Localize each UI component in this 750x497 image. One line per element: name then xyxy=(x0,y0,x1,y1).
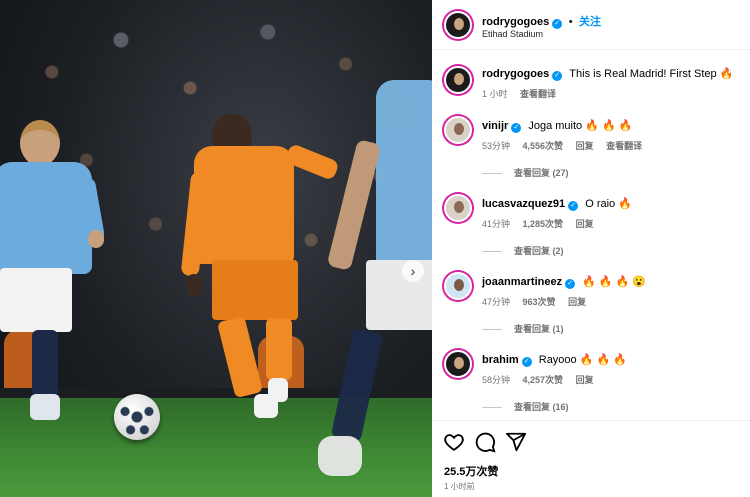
comment-time: 47分钟 xyxy=(482,297,511,307)
view-replies-button[interactable]: 查看回复 (27) xyxy=(482,166,569,179)
paper-plane-icon xyxy=(505,432,527,452)
avatar[interactable] xyxy=(444,116,472,144)
post-photo[interactable]: › xyxy=(0,0,432,497)
comment-text: Rayooo 🔥 🔥 🔥 xyxy=(538,354,627,366)
like-count[interactable]: 25.5万次赞 xyxy=(444,463,498,479)
heart-icon xyxy=(444,434,464,451)
avatar[interactable] xyxy=(444,194,472,222)
comment-item: vinijr ✓ Joga muito 🔥 🔥 🔥 53分钟 4,556次赞 回复… xyxy=(432,114,750,180)
comment-time: 41分钟 xyxy=(482,219,511,229)
reply-button[interactable]: 回复 xyxy=(576,375,594,385)
comment-item: brahim ✓ Rayooo 🔥 🔥 🔥 58分钟 4,257次赞 回复 查看回… xyxy=(432,348,750,414)
verified-badge-icon: ✓ xyxy=(552,71,563,81)
caption-text: This is Real Madrid! First Step 🔥 xyxy=(569,68,734,80)
view-replies-button[interactable]: 查看回复 (16) xyxy=(482,400,569,413)
madrid-player xyxy=(180,112,342,432)
caption-username[interactable]: rodrygogoes xyxy=(482,68,549,80)
comment-likes[interactable]: 963次赞 xyxy=(523,297,556,307)
reply-button[interactable]: 回复 xyxy=(568,297,586,307)
avatar[interactable] xyxy=(444,11,472,39)
verified-badge-icon: ✓ xyxy=(521,357,532,367)
view-replies-button[interactable]: 查看回复 (2) xyxy=(482,244,564,257)
comment-item: joaanmartineez ✓ 🔥 🔥 🔥 😮 47分钟 963次赞 回复 查看… xyxy=(432,270,750,336)
share-button[interactable] xyxy=(505,431,527,453)
comment-bubble-icon xyxy=(475,432,496,453)
comment-username[interactable]: lucasvazquez91 xyxy=(482,198,565,210)
chevron-right-icon: › xyxy=(410,263,416,279)
post-time: 1 小时前 xyxy=(444,482,475,491)
separator-dot: • xyxy=(568,16,573,28)
avatar[interactable] xyxy=(444,66,472,94)
avatar[interactable] xyxy=(444,272,472,300)
verified-badge-icon: ✓ xyxy=(565,279,576,289)
comment-button[interactable] xyxy=(474,431,496,453)
reply-button[interactable]: 回复 xyxy=(576,141,594,151)
like-button[interactable] xyxy=(443,431,465,453)
caption: rodrygogoes ✓ This is Real Madrid! First … xyxy=(432,62,750,102)
next-photo-button[interactable]: › xyxy=(402,260,424,282)
view-replies-button[interactable]: 查看回复 (1) xyxy=(482,322,564,335)
avatar[interactable] xyxy=(444,350,472,378)
comment-item: lucasvazquez91 ✓ O raio 🔥 41分钟 1,285次赞 回复… xyxy=(432,192,750,258)
comment-likes[interactable]: 4,556次赞 xyxy=(523,141,564,151)
location-link[interactable]: Etihad Stadium xyxy=(482,29,543,39)
comment-likes[interactable]: 1,285次赞 xyxy=(523,219,564,229)
post-header: rodrygogoes ✓ • 关注 Etihad Stadium xyxy=(432,0,750,50)
verified-badge-icon: ✓ xyxy=(568,201,579,211)
comment-text: Joga muito 🔥 🔥 🔥 xyxy=(528,120,633,132)
translate-button[interactable]: 查看翻译 xyxy=(606,141,642,151)
comment-likes[interactable]: 4,257次赞 xyxy=(523,375,564,385)
post-actions-bar: 25.5万次赞 1 小时前 xyxy=(432,420,750,497)
comment-username[interactable]: brahim xyxy=(482,354,519,366)
comment-username[interactable]: joaanmartineez xyxy=(482,276,562,288)
post-details-panel: rodrygogoes ✓ • 关注 Etihad Stadium rodrygo… xyxy=(432,0,750,497)
verified-badge-icon: ✓ xyxy=(552,19,563,29)
comment-username[interactable]: vinijr xyxy=(482,120,508,132)
comment-time: 53分钟 xyxy=(482,141,511,151)
city-player-left xyxy=(0,118,110,430)
comment-text: O raio 🔥 xyxy=(585,198,632,210)
translate-button[interactable]: 查看翻译 xyxy=(520,89,556,99)
caption-time: 1 小时 xyxy=(482,89,508,99)
comment-text: 🔥 🔥 🔥 😮 xyxy=(582,276,647,288)
comment-time: 58分钟 xyxy=(482,375,511,385)
heart-icon[interactable]: ♡ xyxy=(722,67,732,80)
follow-button[interactable]: 关注 xyxy=(579,16,601,28)
verified-badge-icon: ✓ xyxy=(511,123,522,133)
reply-button[interactable]: 回复 xyxy=(576,219,594,229)
post-author-username[interactable]: rodrygogoes xyxy=(482,16,549,28)
football xyxy=(114,394,160,440)
